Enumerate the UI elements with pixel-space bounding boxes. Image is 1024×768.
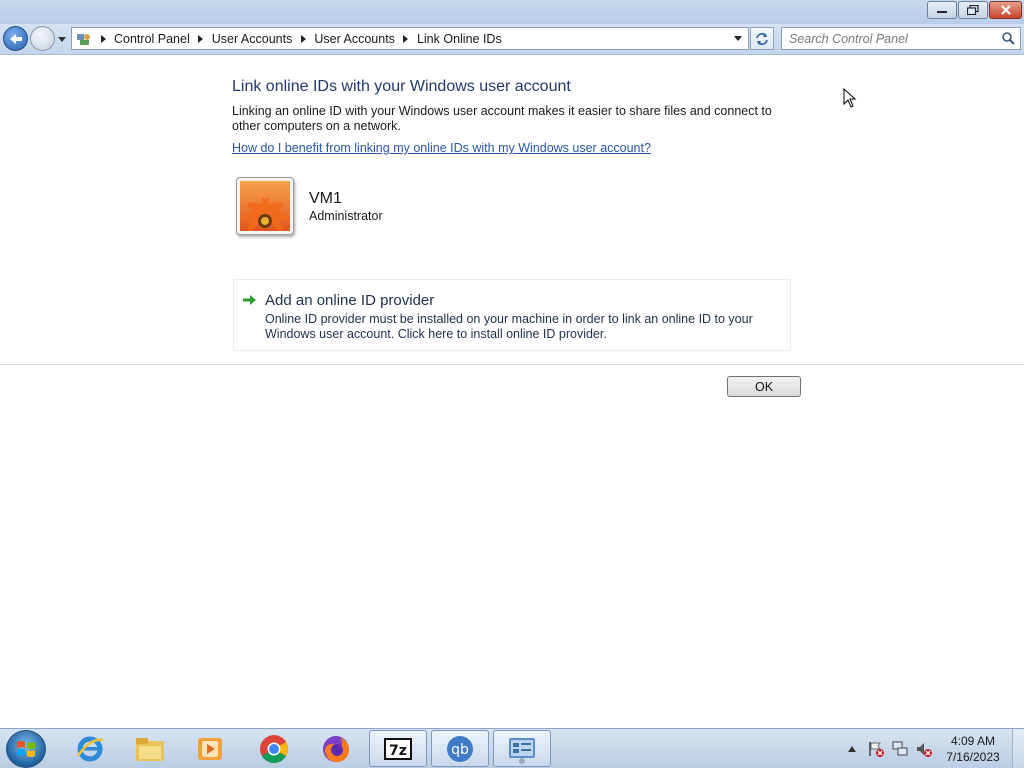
- taskbar-chrome[interactable]: [245, 730, 303, 767]
- minimize-button[interactable]: [927, 1, 957, 19]
- ok-button[interactable]: OK: [727, 376, 801, 397]
- search-box[interactable]: [781, 27, 1021, 50]
- chevron-down-icon: [734, 36, 742, 41]
- mouse-cursor-icon: [843, 88, 857, 108]
- taskbar-clock[interactable]: 4:09 AM 7/16/2023: [938, 733, 1008, 765]
- taskbar-file-explorer[interactable]: [121, 730, 179, 767]
- taskbar-media-player[interactable]: [181, 730, 239, 767]
- firefox-icon: [323, 735, 350, 762]
- content-pane: Link online IDs with your Windows user a…: [0, 56, 1024, 728]
- network-tray-icon[interactable]: [888, 737, 912, 761]
- provider-description: Online ID provider must be installed on …: [265, 312, 753, 341]
- show-desktop-button[interactable]: [1012, 729, 1024, 768]
- maximize-button[interactable]: [958, 1, 988, 19]
- svg-text:7z: 7z: [389, 743, 407, 759]
- breadcrumb-link-online-ids[interactable]: Link Online IDs: [413, 32, 506, 46]
- show-hidden-icons-button[interactable]: [840, 737, 864, 761]
- breadcrumb-user-accounts[interactable]: User Accounts: [208, 32, 297, 46]
- windows-logo-icon: [17, 741, 35, 757]
- taskbar-firefox[interactable]: [307, 730, 365, 767]
- action-center-tray-icon[interactable]: [864, 737, 888, 761]
- svg-text:qb: qb: [451, 742, 469, 758]
- clock-time: 4:09 AM: [950, 734, 996, 748]
- minimize-icon: [937, 11, 947, 13]
- qbittorrent-icon: qb: [447, 735, 473, 762]
- network-icon: [892, 741, 908, 756]
- volume-tray-icon[interactable]: [912, 737, 936, 761]
- provider-title: Add an online ID provider: [265, 292, 435, 309]
- divider: [0, 364, 1024, 365]
- taskbar-internet-explorer[interactable]: [61, 730, 119, 767]
- system-tray: [840, 729, 936, 768]
- refresh-icon: [756, 32, 768, 45]
- breadcrumb-separator-icon[interactable]: [96, 28, 110, 49]
- control-panel-location-icon: [72, 28, 96, 49]
- control-panel-icon: [509, 737, 535, 764]
- help-link[interactable]: How do I benefit from linking my online …: [232, 141, 651, 155]
- 7zip-icon: 7z: [384, 737, 412, 760]
- close-button[interactable]: [989, 1, 1022, 19]
- forward-arrow-icon: [36, 33, 49, 44]
- add-online-id-provider-link[interactable]: Add an online ID provider Online ID prov…: [233, 279, 791, 351]
- green-arrow-icon: [243, 295, 256, 305]
- user-name: VM1: [309, 190, 342, 207]
- breadcrumb-separator-icon[interactable]: [296, 28, 310, 49]
- address-bar[interactable]: Control Panel User Accounts User Account…: [71, 27, 749, 50]
- recent-pages-button[interactable]: [57, 34, 67, 44]
- back-button[interactable]: [3, 26, 28, 51]
- taskbar-7zip[interactable]: 7z: [369, 730, 427, 767]
- start-button[interactable]: [6, 730, 46, 768]
- page-title: Link online IDs with your Windows user a…: [232, 78, 571, 95]
- address-dropdown-button[interactable]: [730, 28, 746, 49]
- page-description: Linking an online ID with your Windows u…: [232, 104, 772, 133]
- user-role: Administrator: [309, 209, 383, 223]
- chrome-icon: [260, 734, 288, 763]
- folder-icon: [136, 737, 164, 761]
- taskbar: 7z qb 4:09 AM 7/16/2023: [0, 728, 1024, 768]
- forward-button[interactable]: [30, 26, 55, 51]
- search-icon[interactable]: [1001, 31, 1016, 46]
- volume-muted-icon: [917, 743, 932, 757]
- taskbar-qbittorrent[interactable]: qb: [431, 730, 489, 767]
- breadcrumb-separator-icon[interactable]: [194, 28, 208, 49]
- flag-warning-icon: [869, 742, 884, 757]
- clock-date: 7/16/2023: [946, 750, 1000, 764]
- chevron-down-icon: [58, 36, 66, 42]
- restore-icon: [967, 5, 979, 15]
- search-input[interactable]: [782, 28, 994, 49]
- breadcrumb-separator-icon[interactable]: [399, 28, 413, 49]
- navigation-bar: Control Panel User Accounts User Account…: [0, 24, 1024, 55]
- breadcrumb-user-accounts-sub[interactable]: User Accounts: [310, 32, 399, 46]
- ie-icon: [76, 736, 104, 761]
- refresh-button[interactable]: [750, 27, 774, 50]
- user-avatar: [236, 177, 294, 235]
- breadcrumb-control-panel[interactable]: Control Panel: [110, 32, 194, 46]
- media-icon: [198, 737, 222, 760]
- flower-avatar-icon: [240, 181, 290, 233]
- close-icon: [1000, 5, 1011, 15]
- chevron-up-icon: [848, 746, 856, 752]
- taskbar-control-panel[interactable]: [493, 730, 551, 767]
- window-title-bar: [0, 0, 1024, 24]
- window-controls: [926, 1, 1022, 19]
- back-arrow-icon: [9, 33, 22, 44]
